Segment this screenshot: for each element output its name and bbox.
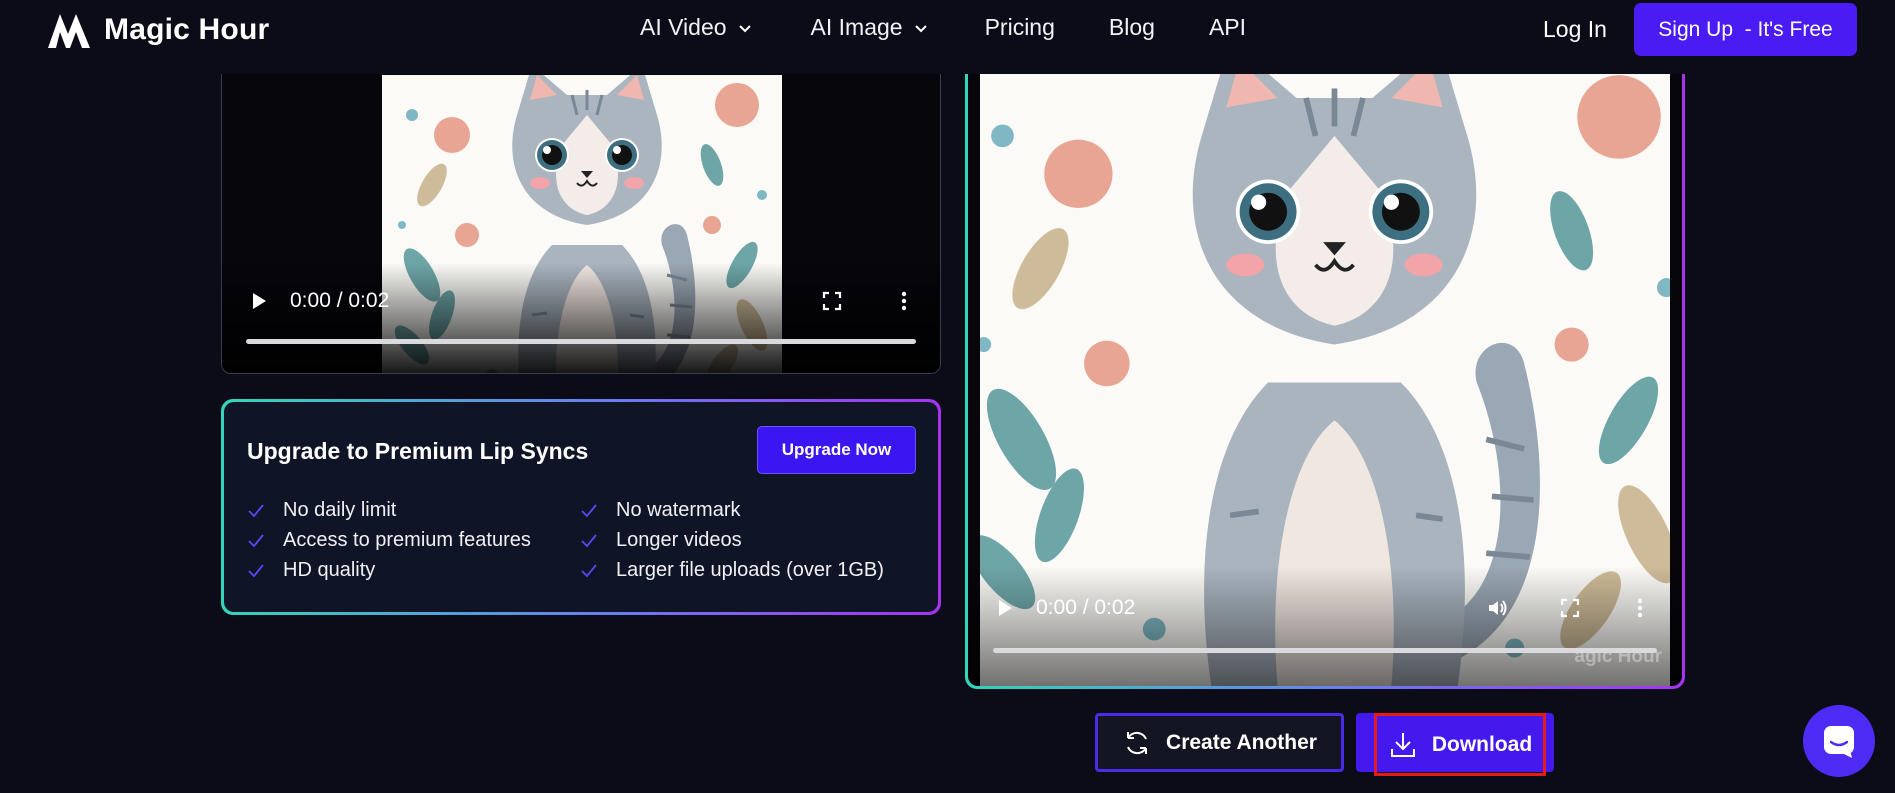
result-video-player[interactable]: agic Hour 0:00 / 0:02 — [968, 60, 1682, 686]
video-controls-shade — [222, 263, 940, 373]
upgrade-card: Upgrade to Premium Lip Syncs Upgrade Now… — [221, 399, 941, 615]
nav-item-label: Blog — [1108, 14, 1155, 40]
video-progress-bar[interactable] — [993, 648, 1657, 653]
nav-item-label: Pricing — [984, 14, 1055, 40]
result-video-card: agic Hour 0:00 / 0:02 — [965, 60, 1685, 689]
top-navigation: Magic Hour AI Video AI Image Pricing Blo… — [0, 0, 1895, 74]
check-icon — [248, 503, 264, 517]
video-time: 0:00 / 0:02 — [1036, 596, 1136, 619]
play-icon[interactable] — [992, 596, 1016, 620]
feature-label: Longer videos — [616, 529, 742, 551]
feature-label: Larger file uploads (over 1GB) — [616, 559, 884, 581]
chat-widget-button[interactable] — [1803, 705, 1875, 777]
feature-item: No watermark — [580, 499, 740, 522]
download-button[interactable]: Download — [1356, 713, 1554, 776]
nav-item-ai-video[interactable]: AI Video — [640, 14, 753, 41]
video-progress-bar[interactable] — [246, 339, 916, 344]
nav-item-label: AI Video — [640, 14, 727, 40]
feature-item: HD quality — [247, 559, 375, 582]
nav-item-api[interactable]: API — [1209, 14, 1246, 41]
more-vertical-icon[interactable] — [1628, 596, 1652, 620]
nav-links: AI Video AI Image Pricing Blog API — [640, 14, 1246, 41]
nav-item-blog[interactable]: Blog — [1109, 14, 1155, 41]
create-another-button[interactable]: Create Another — [1095, 713, 1344, 772]
play-icon[interactable] — [246, 289, 270, 313]
feature-label: No watermark — [616, 499, 741, 521]
check-icon — [581, 503, 597, 517]
feature-item: Longer videos — [580, 529, 742, 552]
check-icon — [581, 563, 597, 577]
refresh-icon — [1127, 731, 1148, 754]
nav-item-label: AI Image — [810, 14, 903, 40]
logo[interactable]: Magic Hour — [46, 10, 269, 50]
check-icon — [248, 533, 264, 547]
feature-label: Access to premium features — [283, 529, 531, 551]
more-vertical-icon[interactable] — [892, 289, 916, 313]
source-video-player[interactable]: 0:00 / 0:02 — [221, 60, 941, 374]
download-label: Download — [1431, 732, 1533, 756]
chat-icon — [1824, 726, 1854, 758]
login-link[interactable]: Log In — [1543, 16, 1607, 43]
volume-icon[interactable] — [1486, 596, 1510, 620]
nav-item-label: API — [1208, 14, 1247, 40]
check-icon — [248, 563, 264, 577]
signup-button[interactable]: Sign Up - It's Free — [1634, 3, 1857, 56]
upgrade-title: Upgrade to Premium Lip Syncs — [247, 438, 589, 464]
download-highlight: Download — [1374, 713, 1546, 776]
feature-label: HD quality — [283, 559, 376, 581]
download-icon — [1390, 732, 1415, 757]
create-another-label: Create Another — [1166, 730, 1317, 754]
upgrade-now-button[interactable]: Upgrade Now — [757, 426, 916, 474]
chevron-down-icon — [914, 25, 927, 33]
check-icon — [581, 533, 597, 547]
logo-text: Magic Hour — [104, 13, 270, 46]
video-time: 0:00 / 0:02 — [290, 289, 390, 312]
chevron-down-icon — [738, 25, 751, 33]
feature-item: Larger file uploads (over 1GB) — [580, 559, 884, 582]
result-video-controls: 0:00 / 0:02 — [992, 596, 1135, 620]
source-video-controls: 0:00 / 0:02 — [246, 289, 389, 313]
magic-hour-logo-icon — [48, 14, 90, 48]
nav-item-pricing[interactable]: Pricing — [985, 14, 1055, 41]
video-controls-shade — [968, 566, 1682, 686]
fullscreen-icon[interactable] — [820, 289, 844, 313]
fullscreen-icon[interactable] — [1558, 596, 1582, 620]
feature-label: No daily limit — [283, 499, 397, 521]
upgrade-card-body: Upgrade to Premium Lip Syncs Upgrade Now… — [224, 402, 938, 612]
feature-item: No daily limit — [247, 499, 396, 522]
nav-item-ai-image[interactable]: AI Image — [811, 14, 929, 41]
feature-item: Access to premium features — [247, 529, 531, 552]
